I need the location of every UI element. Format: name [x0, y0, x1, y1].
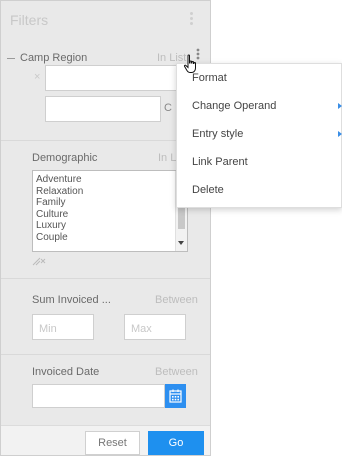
reset-button[interactable]: Reset	[85, 431, 140, 455]
sum-invoiced-label: Sum Invoiced ...	[32, 294, 111, 306]
clear-icon[interactable]: ×	[34, 71, 40, 83]
collapse-dash-icon[interactable]	[7, 58, 15, 59]
menu-item-label: Entry style	[192, 128, 244, 140]
menu-item-label: Delete	[192, 184, 224, 196]
scroll-down-icon[interactable]	[178, 241, 184, 245]
invoiced-date-label: Invoiced Date	[32, 366, 100, 378]
list-item[interactable]: Culture	[36, 209, 187, 221]
sum-invoiced-operator[interactable]: Between	[155, 294, 198, 306]
menu-item-label: Link Parent	[192, 156, 248, 168]
menu-item-label: Change Operand	[192, 100, 277, 112]
sum-invoiced-min-input[interactable]: Min	[32, 314, 94, 340]
calendar-icon	[169, 389, 182, 403]
menu-item-entry-style[interactable]: Entry style	[177, 120, 342, 148]
list-item[interactable]: Couple	[36, 232, 187, 244]
submenu-arrow-icon	[338, 131, 342, 137]
divider	[0, 354, 211, 355]
menu-item-format[interactable]: Format	[177, 64, 342, 92]
camp-region-label: Camp Region	[20, 52, 88, 64]
camp-region-input-2[interactable]	[45, 96, 161, 122]
list-item[interactable]: Relaxation	[36, 186, 187, 198]
go-button[interactable]: Go	[148, 431, 204, 455]
invoiced-date-input[interactable]	[32, 384, 165, 408]
list-item[interactable]: Luxury	[36, 220, 187, 232]
menu-item-link-parent[interactable]: Link Parent	[177, 148, 342, 176]
divider	[0, 278, 211, 279]
demographic-label: Demographic	[32, 152, 98, 164]
resize-handle-icon[interactable]	[32, 256, 46, 269]
calendar-button[interactable]	[165, 384, 186, 408]
camp-region-extra-label: C	[164, 102, 172, 114]
menu-item-change-operand[interactable]: Change Operand	[177, 92, 342, 120]
demographic-operator[interactable]: In L	[158, 152, 176, 164]
panel-title: Filters	[10, 12, 49, 28]
panel-header: Filters	[0, 0, 211, 40]
menu-item-delete[interactable]: Delete	[177, 176, 342, 204]
list-item[interactable]: Family	[36, 197, 187, 209]
hand-cursor-icon	[183, 54, 199, 77]
max-placeholder: Max	[131, 323, 152, 335]
sum-invoiced-max-input[interactable]: Max	[124, 314, 186, 340]
context-menu: Format Change Operand Entry style Link P…	[176, 63, 342, 208]
demographic-listbox[interactable]: Adventure Relaxation Family Culture Luxu…	[32, 170, 188, 252]
panel-footer: Reset Go	[0, 425, 211, 456]
list-item[interactable]: Adventure	[36, 174, 187, 186]
submenu-arrow-icon	[338, 103, 342, 109]
min-placeholder: Min	[39, 323, 57, 335]
invoiced-date-operator[interactable]: Between	[155, 366, 198, 378]
panel-menu-icon[interactable]	[190, 12, 194, 26]
camp-region-input[interactable]	[45, 65, 185, 91]
